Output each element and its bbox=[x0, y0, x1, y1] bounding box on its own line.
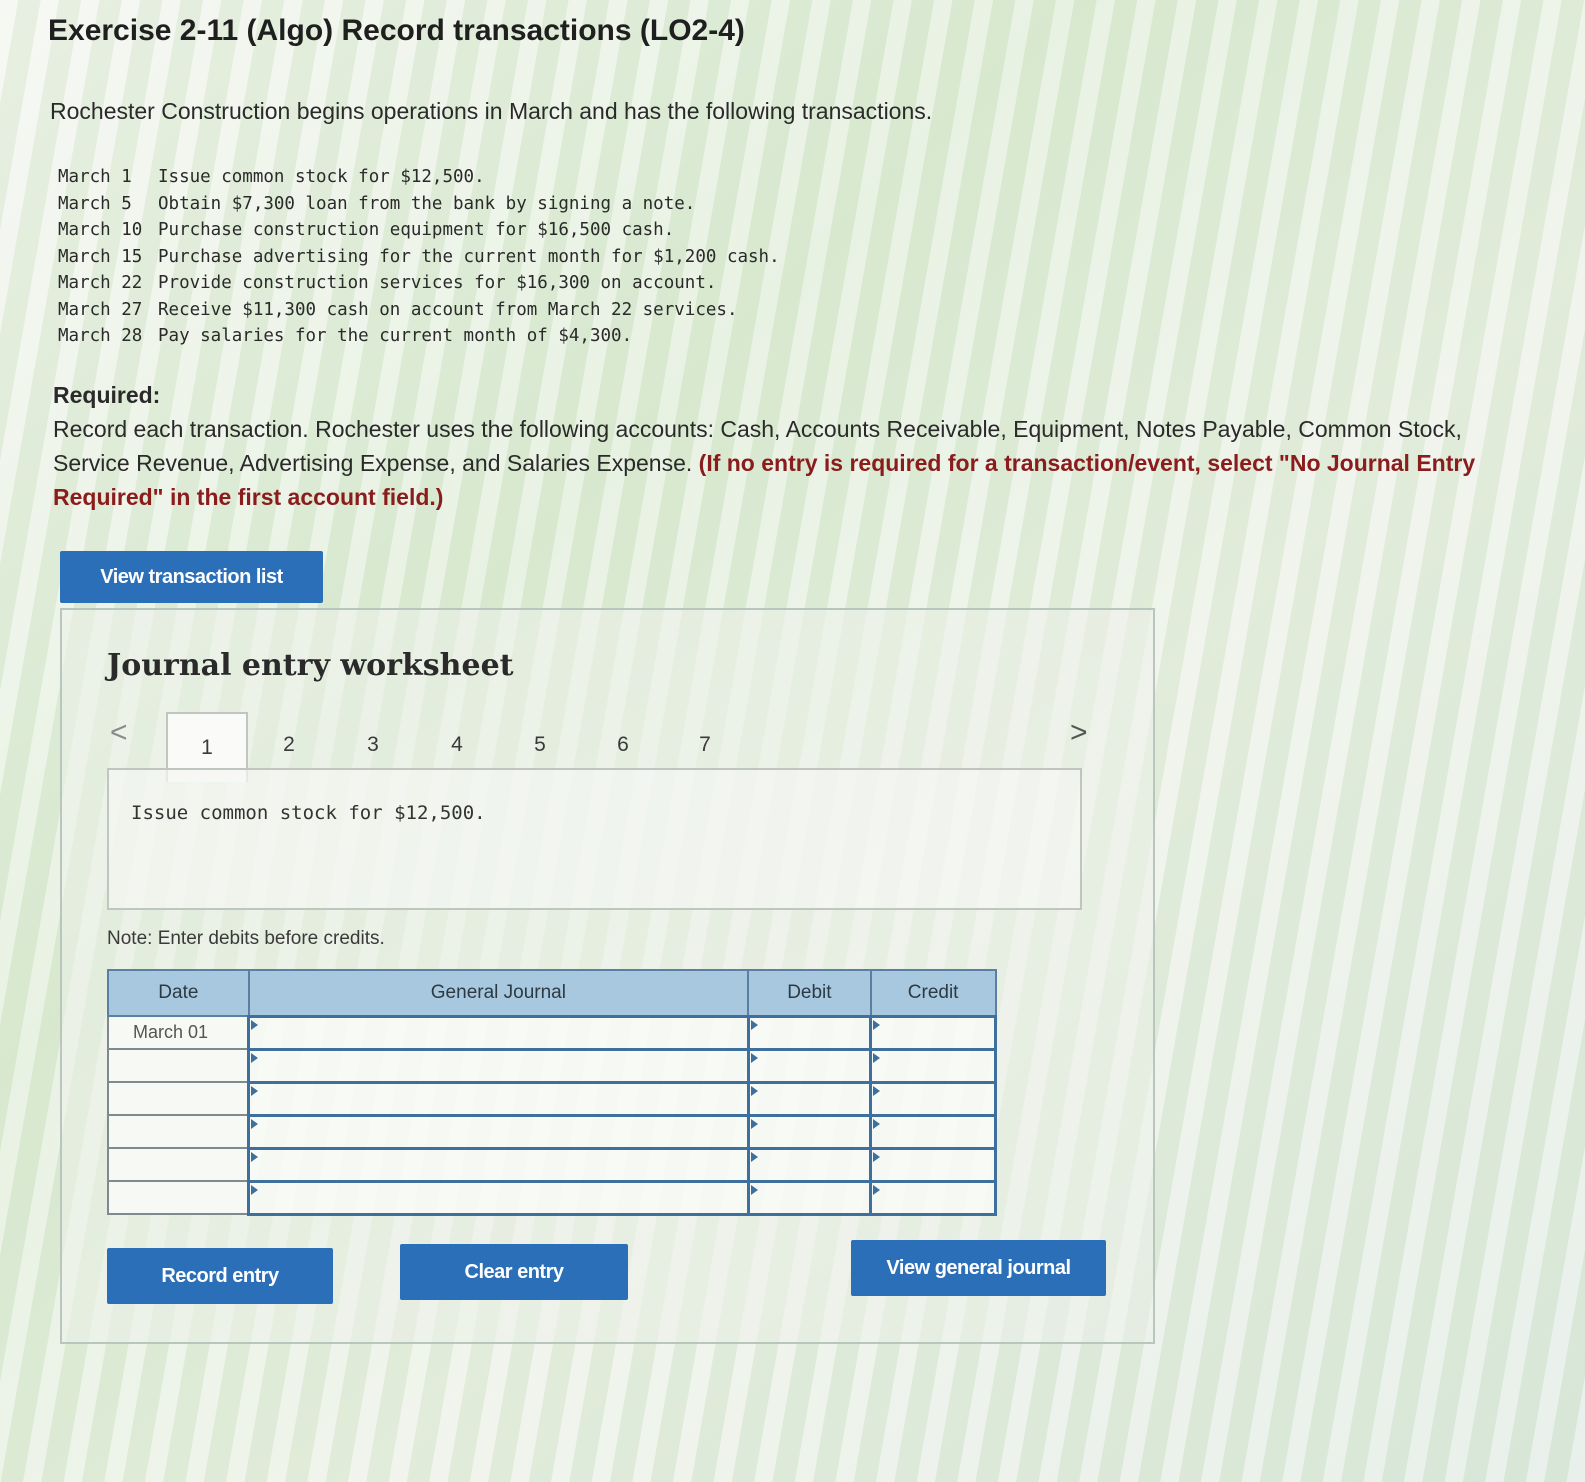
table-row bbox=[107, 1080, 997, 1117]
column-header-credit: Credit bbox=[869, 969, 997, 1017]
table-row bbox=[107, 1146, 997, 1183]
transaction-date: March 15 bbox=[58, 246, 143, 267]
credit-input[interactable] bbox=[869, 1047, 997, 1084]
column-header-date: Date bbox=[107, 969, 250, 1017]
date-cell bbox=[107, 1147, 250, 1182]
transaction-description-box: Issue common stock for $12,500. bbox=[107, 768, 1082, 910]
transaction-date: March 27 bbox=[58, 299, 143, 320]
journal-table: Date General Journal Debit Credit March … bbox=[107, 969, 997, 1216]
transaction-item: March 1 Issue common stock for $12,500. bbox=[58, 164, 780, 191]
view-transaction-list-button[interactable]: View transaction list bbox=[60, 551, 323, 603]
credit-input[interactable] bbox=[869, 1179, 997, 1216]
entry-note: Note: Enter debits before credits. bbox=[107, 928, 385, 949]
chevron-right-icon[interactable]: > bbox=[1070, 718, 1088, 748]
transaction-text: Obtain $7,300 loan from the bank by sign… bbox=[158, 193, 696, 214]
date-cell bbox=[107, 1048, 250, 1083]
transaction-item: March 22 Provide construction services fo… bbox=[58, 270, 780, 297]
transaction-item: March 15 Purchase advertising for the cur… bbox=[58, 244, 780, 271]
transaction-date: March 22 bbox=[58, 273, 143, 293]
transaction-date: March 1 bbox=[58, 167, 132, 187]
table-row bbox=[107, 1179, 997, 1216]
debit-input[interactable] bbox=[746, 1146, 873, 1183]
debit-input[interactable] bbox=[746, 1080, 873, 1117]
debit-input[interactable] bbox=[746, 1113, 873, 1150]
credit-input[interactable] bbox=[869, 1113, 997, 1150]
table-row bbox=[107, 1113, 997, 1150]
view-general-journal-button[interactable]: View general journal bbox=[851, 1240, 1106, 1296]
debit-input[interactable] bbox=[746, 1179, 873, 1216]
required-section: Required: Record each transaction. Roches… bbox=[53, 378, 1543, 514]
account-select[interactable] bbox=[247, 1080, 750, 1117]
account-select[interactable] bbox=[247, 1146, 750, 1183]
chevron-left-icon[interactable]: < bbox=[110, 718, 128, 748]
transaction-list: March 1 Issue common stock for $12,500. M… bbox=[58, 164, 780, 350]
account-select[interactable] bbox=[247, 1179, 750, 1216]
credit-input[interactable] bbox=[869, 1080, 997, 1117]
record-entry-button[interactable]: Record entry bbox=[107, 1248, 333, 1304]
transaction-text: Receive $11,300 cash on account from Mar… bbox=[158, 299, 738, 320]
column-header-general-journal: General Journal bbox=[247, 969, 750, 1017]
account-select[interactable] bbox=[247, 1014, 750, 1051]
transaction-date: March 5 bbox=[58, 193, 132, 214]
journal-header-row: Date General Journal Debit Credit bbox=[107, 969, 997, 1017]
column-header-debit: Debit bbox=[747, 969, 872, 1017]
debit-input[interactable] bbox=[746, 1047, 873, 1084]
debit-input[interactable] bbox=[746, 1014, 873, 1051]
transaction-text: Purchase construction equipment for $16,… bbox=[158, 220, 675, 240]
transaction-item: March 10 Purchase construction equipment … bbox=[58, 217, 780, 244]
credit-input[interactable] bbox=[869, 1014, 997, 1051]
required-label: Required: bbox=[53, 382, 161, 408]
page-title: Exercise 2-11 (Algo) Record transactions… bbox=[48, 14, 745, 47]
transaction-text: Issue common stock for $12,500. bbox=[158, 167, 485, 187]
account-select[interactable] bbox=[247, 1113, 750, 1150]
table-row: March 01 bbox=[107, 1014, 997, 1051]
transaction-item: March 27 Receive $11,300 cash on account … bbox=[58, 297, 780, 324]
account-select[interactable] bbox=[247, 1047, 750, 1084]
transaction-description: Issue common stock for $12,500. bbox=[131, 802, 486, 824]
transaction-date: March 10 bbox=[58, 220, 143, 240]
credit-input[interactable] bbox=[869, 1146, 997, 1183]
transaction-item: March 5 Obtain $7,300 loan from the bank … bbox=[58, 191, 780, 218]
intro-text: Rochester Construction begins operations… bbox=[50, 98, 933, 124]
date-cell: March 01 bbox=[107, 1015, 250, 1050]
date-cell bbox=[107, 1081, 250, 1116]
table-row bbox=[107, 1047, 997, 1084]
transaction-item: March 28 Pay salaries for the current mon… bbox=[58, 323, 780, 350]
transaction-date: March 28 bbox=[58, 326, 143, 346]
worksheet-title: Journal entry worksheet bbox=[107, 648, 514, 683]
date-cell bbox=[107, 1180, 250, 1215]
transaction-text: Pay salaries for the current month of $4… bbox=[158, 326, 633, 346]
date-cell bbox=[107, 1114, 250, 1149]
clear-entry-button[interactable]: Clear entry bbox=[400, 1244, 628, 1300]
transaction-text: Purchase advertising for the current mon… bbox=[158, 246, 780, 267]
transaction-text: Provide construction services for $16,30… bbox=[158, 273, 717, 293]
